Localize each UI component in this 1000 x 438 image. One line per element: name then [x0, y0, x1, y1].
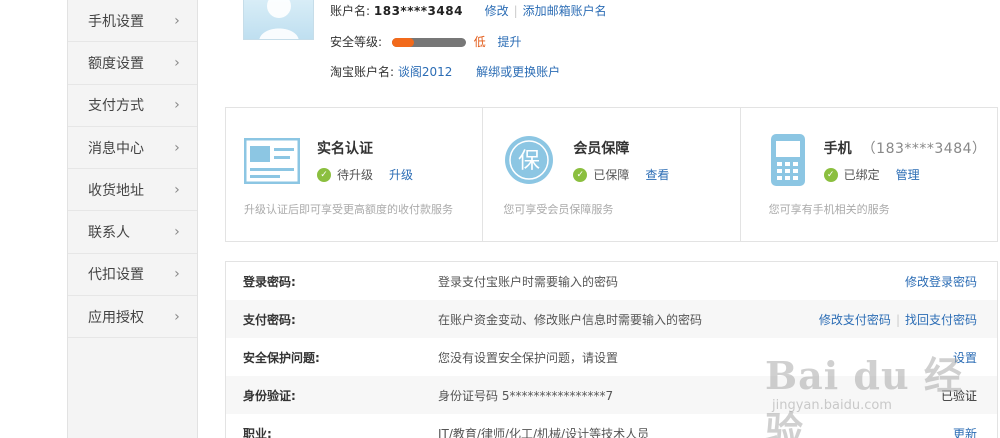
- table-row-payment-password: 支付密码: 在账户资金变动、修改账户信息时需要输入的密码 修改支付密码 | 找回支付…: [226, 300, 997, 338]
- sidebar-item-label: 额度设置: [88, 55, 144, 72]
- sidebar-item-label: 应用授权: [88, 309, 144, 326]
- svg-text:保: 保: [518, 149, 540, 174]
- panel-title: 会员保障: [573, 141, 630, 157]
- security-level-meter: [391, 38, 466, 47]
- status-text: 已绑定: [843, 168, 880, 182]
- account-security-page: 手机设置 › 额度设置 › 支付方式 › 消息中心 › 收货地址 › 联系人 ›…: [0, 0, 1000, 438]
- panel-title: 手机 （183****3484）: [824, 138, 987, 158]
- check-icon: ✓: [573, 167, 588, 182]
- security-level-label: 安全等级:: [330, 35, 383, 49]
- setting-name: 支付密码:: [243, 312, 296, 327]
- sidebar-item-payment-methods[interactable]: 支付方式 ›: [68, 85, 197, 127]
- chevron-right-icon: ›: [172, 308, 181, 325]
- status-text: 已保障: [593, 168, 630, 182]
- setting-name: 登录密码:: [243, 274, 296, 289]
- chevron-right-icon: ›: [172, 12, 181, 29]
- chevron-right-icon: ›: [172, 54, 181, 71]
- account-name-value: 183****3484: [373, 4, 463, 18]
- sidebar-item-message-center[interactable]: 消息中心 ›: [68, 127, 197, 170]
- chevron-right-icon: ›: [172, 224, 181, 241]
- panel-description: 升级认证后即可享受更高额度的收付款服务: [244, 203, 453, 216]
- sidebar-item-phone-settings[interactable]: 手机设置 ›: [68, 0, 197, 43]
- sidebar-item-label: 手机设置: [88, 13, 144, 30]
- status-text: 待升级: [337, 168, 374, 182]
- account-name-row: 账户名: 183****3484 修改 | 添加邮箱账户名: [330, 4, 607, 18]
- manage-link[interactable]: 管理: [896, 166, 920, 183]
- check-icon: ✓: [823, 167, 838, 182]
- service-panels: 实名认证 ✓ 待升级 升级 升级认证后即可享受更高额度的收付款服务 保 会员保障…: [225, 107, 998, 242]
- chevron-right-icon: ›: [172, 266, 181, 283]
- sidebar-item-label: 消息中心: [88, 140, 144, 157]
- sidebar-item-contacts[interactable]: 联系人 ›: [68, 211, 197, 254]
- id-card-icon: [244, 138, 300, 184]
- user-silhouette-icon: [259, 0, 299, 39]
- unbind-account-link[interactable]: 解绑或更换账户: [476, 65, 560, 79]
- recover-payment-password-link[interactable]: 找回支付密码: [905, 313, 977, 327]
- sidebar-item-label: 联系人: [88, 225, 130, 242]
- modify-login-password-link[interactable]: 修改登录密码: [905, 275, 977, 289]
- panel-description: 您可享有手机相关的服务: [768, 203, 890, 216]
- panel-real-name: 实名认证 ✓ 待升级 升级 升级认证后即可享受更高额度的收付款服务: [226, 108, 484, 241]
- setting-description: 登录支付宝账户时需要输入的密码: [438, 274, 619, 289]
- setting-description: 在账户资金变动、修改账户信息时需要输入的密码: [438, 312, 703, 327]
- setting-name: 身份验证:: [243, 388, 296, 403]
- modify-payment-password-link[interactable]: 修改支付密码: [819, 313, 891, 327]
- sidebar-item-shipping-address[interactable]: 收货地址 ›: [68, 169, 197, 212]
- chevron-right-icon: ›: [172, 181, 181, 198]
- chevron-right-icon: ›: [172, 97, 181, 114]
- sidebar-item-label: 支付方式: [88, 98, 144, 115]
- watermark-logo: Bai du 经验: [765, 353, 963, 438]
- phone-icon: [770, 134, 805, 186]
- taobao-account-label: 淘宝账户名:: [330, 65, 395, 79]
- security-level-fill: [391, 38, 415, 47]
- setting-actions: 修改支付密码 | 找回支付密码: [818, 312, 977, 327]
- table-row-login-password: 登录密码: 登录支付宝账户时需要输入的密码 修改登录密码: [226, 262, 997, 300]
- upgrade-security-link[interactable]: 提升: [498, 35, 522, 49]
- modify-account-link[interactable]: 修改: [485, 4, 509, 18]
- taobao-account-row: 淘宝账户名: 谈阁2012 解绑或更换账户: [330, 63, 560, 80]
- panel-status: ✓ 已绑定 管理: [823, 166, 920, 183]
- panel-status: ✓ 待升级 升级: [317, 166, 413, 183]
- sidebar: 手机设置 › 额度设置 › 支付方式 › 消息中心 › 收货地址 › 联系人 ›…: [67, 0, 198, 438]
- security-level-text: 低: [473, 35, 486, 49]
- view-link[interactable]: 查看: [645, 166, 669, 183]
- sidebar-item-app-authorization[interactable]: 应用授权 ›: [68, 296, 197, 339]
- account-name-label: 账户名:: [330, 4, 371, 18]
- sidebar-item-label: 收货地址: [88, 182, 144, 199]
- add-email-account-link[interactable]: 添加邮箱账户名: [523, 4, 607, 18]
- check-icon: ✓: [317, 167, 331, 182]
- panel-title-text: 手机: [823, 141, 852, 157]
- security-level-row: 安全等级: 低 提升: [330, 33, 522, 50]
- setting-name: 职业:: [243, 426, 272, 438]
- taobao-account-value[interactable]: 谈阁2012: [398, 65, 453, 79]
- avatar[interactable]: [243, 0, 314, 40]
- panel-phone: 手机 （183****3484） ✓ 已绑定 管理 您可享有手机相关的服务: [741, 108, 997, 241]
- panel-member-protection: 保 会员保障 ✓ 已保障 查看 您可享受会员保障服务: [483, 108, 741, 241]
- setting-actions: 修改登录密码: [905, 273, 997, 290]
- panel-title: 实名认证: [317, 141, 373, 157]
- sidebar-item-label: 代扣设置: [88, 267, 144, 284]
- sidebar-item-limit-settings[interactable]: 额度设置 ›: [68, 42, 197, 85]
- watermark-url: jingyan.baidu.com: [772, 398, 892, 413]
- upgrade-link[interactable]: 升级: [389, 166, 413, 183]
- setting-name: 安全保护问题:: [243, 350, 320, 365]
- panel-description: 您可享受会员保障服务: [503, 203, 614, 216]
- sidebar-item-auto-debit[interactable]: 代扣设置 ›: [68, 254, 197, 297]
- chevron-right-icon: ›: [172, 139, 181, 156]
- bound-phone-number: （183****3484）: [861, 141, 987, 157]
- panel-status: ✓ 已保障 查看: [573, 166, 669, 183]
- insurance-icon: 保: [505, 136, 554, 184]
